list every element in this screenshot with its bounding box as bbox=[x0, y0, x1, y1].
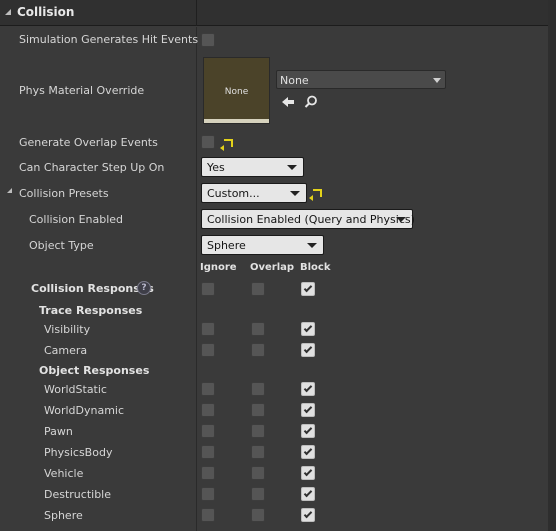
left-arrow-icon[interactable] bbox=[281, 96, 295, 108]
header-divider bbox=[196, 0, 197, 26]
reset-to-default-icon[interactable] bbox=[220, 139, 233, 151]
block-checkbox[interactable] bbox=[301, 466, 315, 480]
overlap-checkbox[interactable] bbox=[251, 445, 265, 459]
phys-material-value: None bbox=[280, 74, 309, 87]
overlap-checkbox[interactable] bbox=[251, 382, 265, 396]
block-checkbox[interactable] bbox=[301, 343, 315, 357]
collision-enabled-combo[interactable]: Collision Enabled (Query and Physics) bbox=[201, 209, 415, 229]
check-icon bbox=[303, 323, 313, 333]
collision-presets-combo[interactable]: Custom... bbox=[201, 183, 307, 203]
ignore-checkbox[interactable] bbox=[201, 508, 215, 522]
column-splitter[interactable] bbox=[196, 27, 197, 531]
overlap-column-header: Overlap bbox=[250, 262, 295, 273]
object-type-label: Object Type bbox=[29, 239, 94, 252]
block-checkbox[interactable] bbox=[301, 322, 315, 336]
response-channel-label: Vehicle bbox=[44, 467, 84, 480]
overlap-checkbox[interactable] bbox=[251, 508, 265, 522]
thumbnail-bar bbox=[204, 119, 269, 123]
category-title: Collision bbox=[17, 5, 75, 19]
check-icon bbox=[303, 404, 313, 414]
block-checkbox[interactable] bbox=[301, 382, 315, 396]
chevron-down-icon bbox=[290, 191, 300, 196]
ignore-checkbox[interactable] bbox=[201, 343, 215, 357]
overlap-events-label: Generate Overlap Events bbox=[19, 136, 158, 149]
overlap-checkbox[interactable] bbox=[251, 487, 265, 501]
object-type-value: Sphere bbox=[207, 239, 246, 252]
collision-responses-block-checkbox[interactable] bbox=[301, 282, 315, 296]
expanded-triangle-icon[interactable] bbox=[7, 188, 12, 193]
collision-responses-label: Collision Responses bbox=[31, 282, 154, 295]
response-channel-label: Destructible bbox=[44, 488, 111, 501]
overlap-checkbox[interactable] bbox=[251, 424, 265, 438]
response-channel-label: WorldDynamic bbox=[44, 404, 125, 417]
response-channel-label: Pawn bbox=[44, 425, 73, 438]
check-icon bbox=[303, 488, 313, 498]
overlap-checkbox[interactable] bbox=[251, 403, 265, 417]
check-icon bbox=[303, 509, 313, 519]
collision-enabled-label: Collision Enabled bbox=[29, 213, 124, 226]
block-checkbox[interactable] bbox=[301, 508, 315, 522]
step-up-value: Yes bbox=[207, 161, 225, 174]
response-channel-label: WorldStatic bbox=[44, 383, 107, 396]
sim-hit-events-label: Simulation Generates Hit Events bbox=[19, 33, 199, 46]
scrollbar-track[interactable] bbox=[548, 0, 556, 531]
ignore-checkbox[interactable] bbox=[201, 322, 215, 336]
check-icon bbox=[303, 425, 313, 435]
overlap-events-checkbox[interactable] bbox=[201, 135, 215, 149]
object-responses-label: Object Responses bbox=[39, 364, 150, 377]
overlap-checkbox[interactable] bbox=[251, 343, 265, 357]
ignore-column-header: Ignore bbox=[200, 262, 237, 273]
collision-category-header[interactable]: Collision bbox=[0, 0, 556, 26]
block-checkbox[interactable] bbox=[301, 487, 315, 501]
search-icon[interactable] bbox=[304, 95, 318, 109]
block-column-header: Block bbox=[300, 262, 331, 273]
ignore-checkbox[interactable] bbox=[201, 487, 215, 501]
material-thumbnail[interactable]: None bbox=[203, 57, 270, 124]
step-up-combo[interactable]: Yes bbox=[201, 157, 304, 177]
chevron-down-icon bbox=[433, 78, 441, 83]
reset-to-default-icon[interactable] bbox=[309, 189, 322, 201]
block-checkbox[interactable] bbox=[301, 424, 315, 438]
help-icon[interactable]: ? bbox=[137, 281, 151, 295]
object-type-combo[interactable]: Sphere bbox=[201, 235, 324, 255]
response-channel-label: Camera bbox=[44, 344, 88, 357]
collision-responses-ignore-checkbox[interactable] bbox=[201, 282, 215, 296]
collision-enabled-value: Collision Enabled (Query and Physics) bbox=[207, 213, 415, 226]
collision-responses-overlap-checkbox[interactable] bbox=[251, 282, 265, 296]
check-icon bbox=[303, 467, 313, 477]
check-icon bbox=[303, 383, 313, 393]
expanded-triangle-icon[interactable] bbox=[5, 9, 11, 15]
check-icon bbox=[303, 344, 313, 354]
check-icon bbox=[303, 283, 313, 293]
trace-responses-label: Trace Responses bbox=[39, 304, 143, 317]
block-checkbox[interactable] bbox=[301, 403, 315, 417]
phys-material-combo[interactable]: None bbox=[276, 70, 446, 89]
response-channel-label: PhysicsBody bbox=[44, 446, 113, 459]
ignore-checkbox[interactable] bbox=[201, 424, 215, 438]
thumbnail-text: None bbox=[224, 87, 249, 97]
ignore-checkbox[interactable] bbox=[201, 382, 215, 396]
ignore-checkbox[interactable] bbox=[201, 445, 215, 459]
block-checkbox[interactable] bbox=[301, 445, 315, 459]
ignore-checkbox[interactable] bbox=[201, 466, 215, 480]
response-channel-label: Visibility bbox=[44, 323, 91, 336]
chevron-down-icon bbox=[287, 165, 297, 170]
overlap-checkbox[interactable] bbox=[251, 466, 265, 480]
collision-presets-label: Collision Presets bbox=[19, 187, 109, 200]
details-panel: Collision Simulation Generates Hit Event… bbox=[0, 0, 556, 531]
response-channel-label: Sphere bbox=[44, 509, 83, 522]
phys-material-label: Phys Material Override bbox=[19, 84, 145, 97]
chevron-down-icon bbox=[307, 243, 317, 248]
sim-hit-events-checkbox[interactable] bbox=[201, 33, 215, 47]
collision-presets-value: Custom... bbox=[207, 187, 260, 200]
check-icon bbox=[303, 446, 313, 456]
chevron-down-icon bbox=[396, 217, 406, 222]
ignore-checkbox[interactable] bbox=[201, 403, 215, 417]
overlap-checkbox[interactable] bbox=[251, 322, 265, 336]
step-up-label: Can Character Step Up On bbox=[19, 161, 165, 174]
